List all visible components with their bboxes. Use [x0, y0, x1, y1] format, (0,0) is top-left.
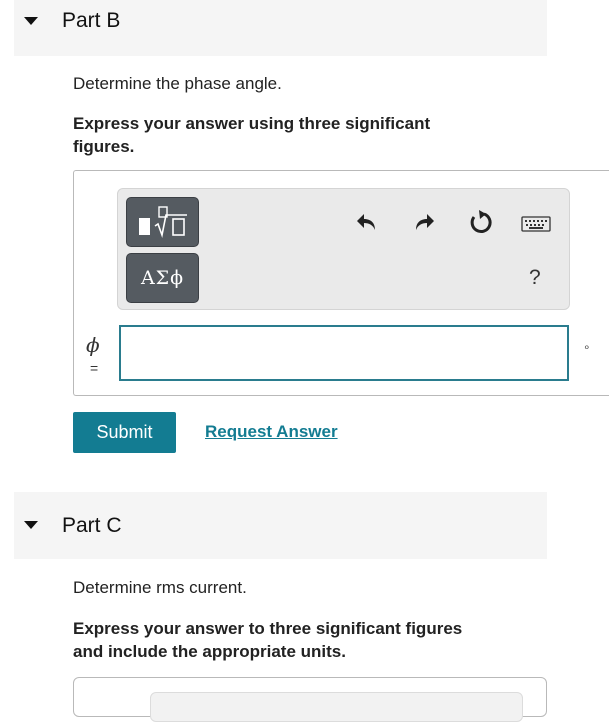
- instruction-line-2: and include the appropriate units.: [73, 642, 346, 661]
- question-text: Determine rms current.: [73, 578, 247, 597]
- undo-icon: [357, 214, 375, 230]
- instruction-line-1: Express your answer using three signific…: [73, 114, 431, 133]
- collapse-caret-icon[interactable]: [24, 17, 38, 25]
- submit-button[interactable]: Submit: [73, 412, 176, 453]
- undo-button[interactable]: [353, 208, 381, 236]
- question-text: Determine the phase angle.: [73, 74, 282, 93]
- part-c-title: Part C: [62, 514, 122, 537]
- keyboard-icon: [521, 216, 551, 232]
- equals-label: =: [90, 360, 99, 376]
- redo-icon: [416, 214, 434, 230]
- part-b-title: Part B: [62, 9, 121, 32]
- unit-label: ∘: [583, 340, 591, 354]
- redo-button[interactable]: [410, 208, 438, 236]
- keyboard-button[interactable]: [520, 210, 552, 238]
- variable-label: ϕ: [86, 333, 100, 357]
- instruction-text: Express your answer using three signific…: [73, 112, 430, 158]
- greek-symbols-label: ΑΣϕ: [140, 267, 185, 289]
- templates-button[interactable]: [126, 197, 199, 247]
- help-button[interactable]: ?: [529, 266, 541, 290]
- request-answer-link[interactable]: Request Answer: [205, 422, 338, 442]
- instruction-line-2: figures.: [73, 137, 135, 156]
- greek-symbols-button[interactable]: ΑΣϕ: [126, 253, 199, 303]
- math-toolbar: [150, 692, 523, 722]
- templates-icon: [138, 206, 187, 238]
- instruction-line-1: Express your answer to three significant…: [73, 619, 463, 638]
- collapse-caret-icon[interactable]: [24, 521, 38, 529]
- reset-button[interactable]: [466, 208, 494, 236]
- answer-input[interactable]: [119, 325, 569, 381]
- instruction-text: Express your answer to three significant…: [73, 617, 462, 663]
- reset-icon: [470, 210, 492, 233]
